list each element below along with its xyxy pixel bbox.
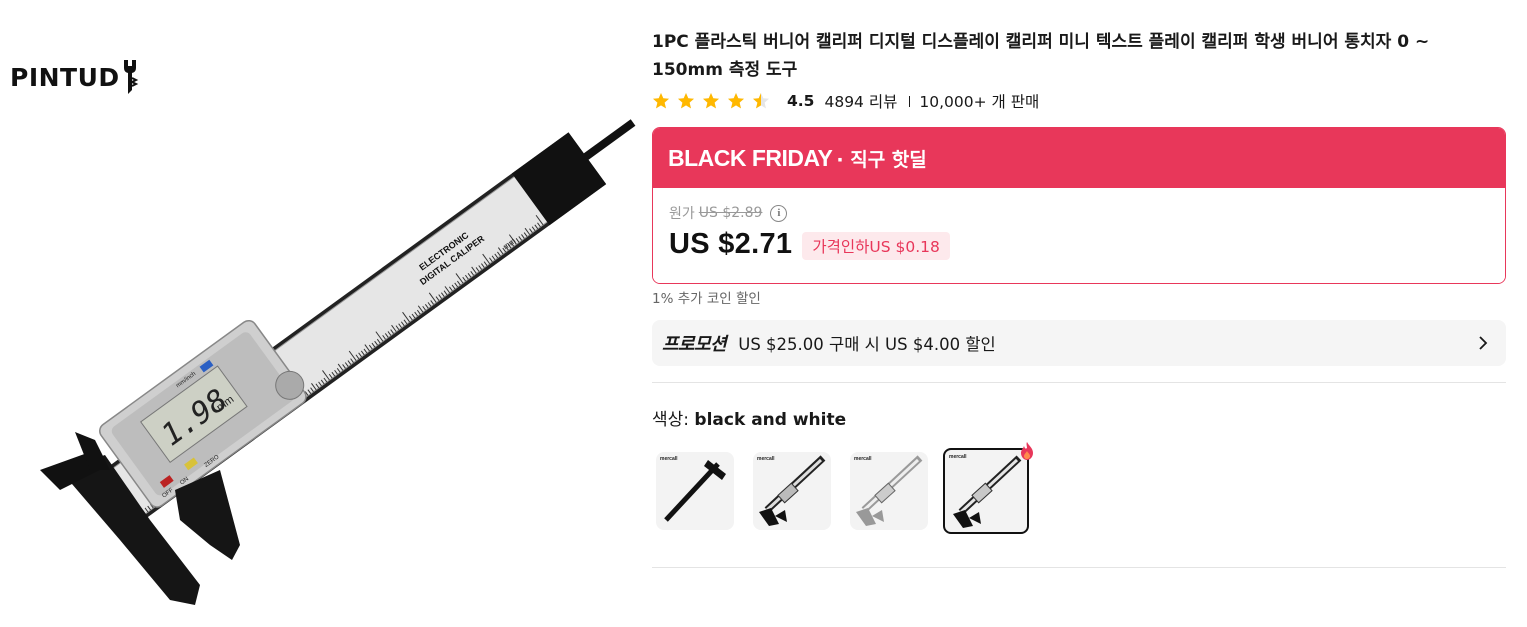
original-price: US $2.89 — [698, 205, 763, 221]
color-option-silver[interactable]: mercall — [850, 452, 928, 530]
color-label-prefix: 색상: — [652, 410, 690, 430]
caliper-thumbnail-icon — [759, 455, 826, 526]
star-full-icon — [678, 93, 694, 109]
caliper-thumbnail-icon — [953, 455, 1022, 528]
deal-box: BLACK FRIDAY · 직구 핫딜 원가 US $2.89 i US $2… — [652, 127, 1506, 284]
color-option-black-and-white[interactable]: mercall — [943, 448, 1029, 534]
rating-row[interactable]: 4.5 4894 리뷰 10,000+ 개 판매 — [652, 89, 1039, 113]
caliper-thumbnail-icon — [664, 460, 726, 522]
star-full-icon — [703, 93, 719, 109]
product-image[interactable]: PINTUD ELECTRONIC DIGITAL CALIPER mm 1.9… — [0, 0, 640, 627]
deal-banner: BLACK FRIDAY · 직구 핫딜 — [653, 128, 1505, 188]
caliper-thumbnail-icon — [856, 455, 923, 526]
sold-count: 10,000+ 개 판매 — [919, 93, 1040, 111]
promotion-tag: 프로모션 — [662, 334, 727, 355]
caliper-illustration: ELECTRONIC DIGITAL CALIPER mm 1.98 mm OF… — [40, 119, 636, 605]
star-half-icon — [753, 93, 769, 109]
divider-line — [652, 382, 1506, 383]
divider-line — [652, 567, 1506, 568]
color-option-black[interactable]: mercall — [656, 452, 734, 530]
rating-value: 4.5 — [787, 92, 815, 110]
original-price-label: 원가 — [669, 206, 695, 222]
star-rating — [652, 92, 777, 110]
price-row: US $2.71 가격인하US $0.18 — [669, 228, 950, 261]
discount-badge: 가격인하US $0.18 — [802, 232, 950, 260]
divider — [909, 95, 911, 107]
star-full-icon — [653, 93, 669, 109]
color-option-black-and-silver[interactable]: mercall — [753, 452, 831, 530]
color-label: 색상: black and white — [652, 405, 846, 430]
promotion-bar[interactable]: 프로모션 US $25.00 구매 시 US $4.00 할인 — [652, 320, 1506, 366]
black-friday-label: BLACK FRIDAY — [668, 144, 833, 171]
chevron-right-icon — [1479, 336, 1488, 350]
current-price: US $2.71 — [669, 228, 793, 260]
original-price-row: 원가 US $2.89 i — [669, 203, 788, 223]
deal-subtitle: · 직구 핫딜 — [836, 148, 927, 171]
star-full-icon — [728, 93, 744, 109]
coin-discount-note: 1% 추가 코인 할인 — [652, 291, 761, 307]
product-title: 1PC 플라스틱 버니어 캘리퍼 디지털 디스플레이 캘리퍼 미니 텍스트 플레… — [652, 32, 1430, 80]
info-icon[interactable]: i — [770, 204, 788, 222]
color-selected-value: black and white — [694, 410, 847, 430]
flame-icon — [1021, 442, 1033, 460]
review-count-link[interactable]: 4894 리뷰 — [824, 90, 897, 112]
color-swatches: mercall mercall mercall mercall — [656, 448, 1048, 534]
promotion-text: US $25.00 구매 시 US $4.00 할인 — [738, 335, 996, 354]
